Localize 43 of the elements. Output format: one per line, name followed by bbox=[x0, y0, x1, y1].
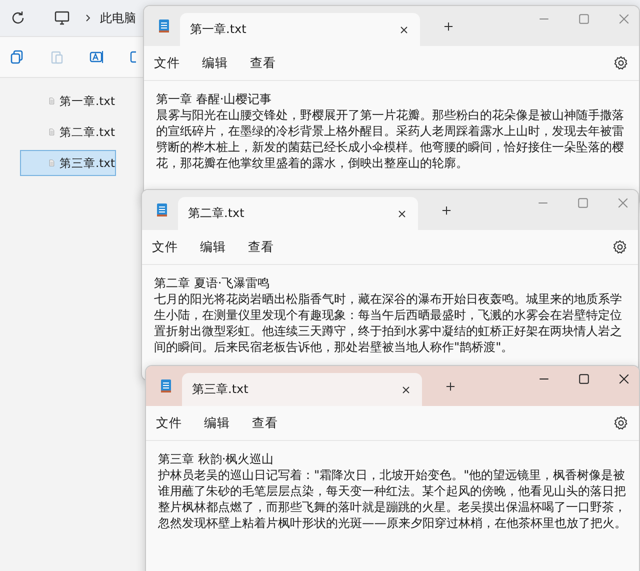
menu-item[interactable]: 文件 bbox=[152, 238, 178, 256]
file-item[interactable]: 第一章.txt bbox=[20, 88, 116, 114]
menu-item[interactable]: 查看 bbox=[252, 414, 278, 432]
document-tab[interactable]: 第三章.txt bbox=[182, 373, 422, 406]
plus-icon[interactable] bbox=[440, 204, 453, 216]
close-icon[interactable] bbox=[398, 24, 410, 36]
rename-icon[interactable] bbox=[89, 49, 105, 65]
notepad-icon bbox=[156, 18, 172, 34]
menu-item[interactable]: 编辑 bbox=[204, 414, 230, 432]
refresh-icon[interactable] bbox=[10, 10, 26, 26]
document-text: 七月的阳光将花岗岩晒出松脂香气时，藏在深谷的瀑布开始日夜轰鸣。城里来的地质系学生小陆，在测量仪里发现个有趣现象：每当午后西晒最盛时，飞溅的水雾会在岩壁特定位置折射出微型彩虹。他连续三天蹲守，终于拍到水雾中凝结的虹桥正好架在两块情人岩之间的瞬间。后来民宿老板告诉他，那处岩壁被当地人称作"鹊桥渡"。 bbox=[154, 291, 623, 355]
menu-item[interactable]: 查看 bbox=[250, 54, 276, 72]
settings-icon[interactable] bbox=[613, 55, 629, 71]
menu-item[interactable]: 查看 bbox=[248, 238, 274, 256]
file-name: 第三章.txt bbox=[60, 156, 115, 170]
menu-item[interactable]: 编辑 bbox=[202, 54, 228, 72]
file-item[interactable]: 第三章.txt bbox=[20, 150, 116, 176]
maximize-icon[interactable] bbox=[577, 372, 591, 386]
computer-icon bbox=[54, 10, 70, 26]
document-heading: 第二章 夏语·飞瀑雷鸣 bbox=[154, 275, 271, 291]
breadcrumb-item[interactable]: 此电脑 bbox=[100, 10, 136, 26]
menu-item[interactable]: 文件 bbox=[154, 54, 180, 72]
copy-icon[interactable] bbox=[9, 49, 25, 65]
document-heading: 第三章 秋韵·枫火巡山 bbox=[158, 451, 275, 467]
notepad-icon bbox=[154, 202, 170, 218]
settings-icon[interactable] bbox=[612, 239, 628, 255]
document-tab[interactable]: 第一章.txt bbox=[180, 13, 420, 46]
menu-item[interactable]: 文件 bbox=[156, 414, 182, 432]
document-tab[interactable]: 第二章.txt bbox=[178, 197, 418, 230]
file-name: 第一章.txt bbox=[60, 94, 115, 108]
plus-icon[interactable] bbox=[442, 20, 455, 32]
document-heading: 第一章 春醒·山樱记事 bbox=[156, 91, 273, 107]
file-name: 第二章.txt bbox=[60, 124, 115, 140]
close-icon[interactable] bbox=[617, 372, 631, 386]
settings-icon[interactable] bbox=[613, 415, 629, 431]
file-item[interactable]: 第二章.txt bbox=[20, 119, 116, 145]
document-text: 护林员老吴的巡山日记写着："霜降次日，北坡开始变色。"他的望远镜里，枫香树像是被谁用蘸了朱砂的毛笔层层点染，每天变一种红法。某个起风的傍晚，他看见山头的落日把整片枫林都点燃了，而那些飞舞的落叶就是蹦跳的火星。老吴摸出保温杯喝了一口野茶，忽然发现杯壁上粘着片枫叶形状的光斑——原来夕阳穿过林梢，在他茶杯里也放了把火。 bbox=[158, 467, 628, 531]
close-icon[interactable] bbox=[400, 384, 412, 396]
plus-icon[interactable] bbox=[444, 380, 457, 392]
notepad-icon bbox=[158, 378, 174, 394]
menu-item[interactable]: 编辑 bbox=[200, 238, 226, 256]
close-icon[interactable] bbox=[396, 208, 408, 220]
document-text: 晨雾与阳光在山腰交锋处，野樱展开了第一片花瓣。那些粉白的花朵像是被山神随手撒落的宣纸碎片，在墨绿的冷杉背景上格外醒目。采药人老周踩着露水上山时，发现去年被雷劈断的桦木桩上，新发的菌菇已经长成小伞模样。他弯腰的瞬间，恰好接住一朵坠落的樱花，那花瓣在他掌纹里盛着的露水，倒映出整座山的轮廓。 bbox=[156, 107, 625, 171]
